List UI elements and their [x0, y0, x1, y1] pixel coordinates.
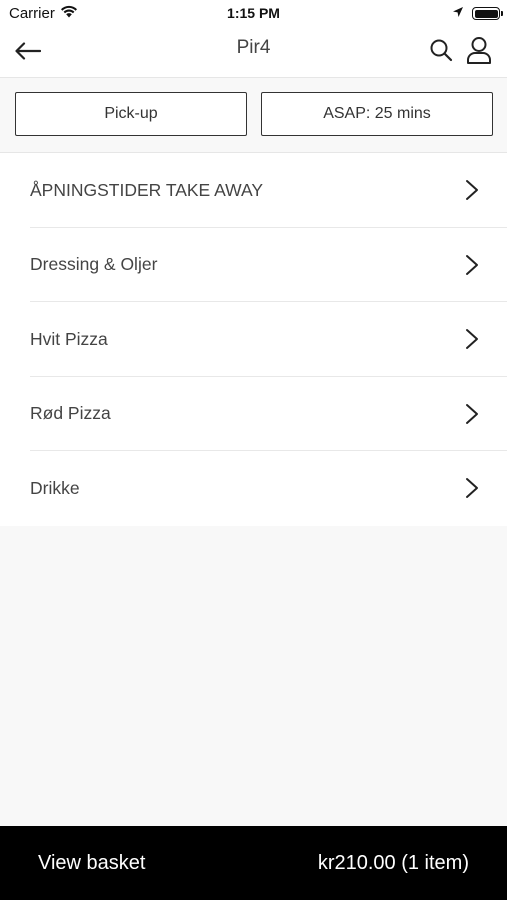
- status-right: [452, 5, 503, 22]
- basket-total: kr210.00 (1 item): [317, 851, 469, 874]
- search-icon[interactable]: [425, 34, 457, 66]
- menu-category-item[interactable]: ÅPNINGSTIDER TAKE AWAY: [0, 153, 507, 228]
- nav-bar: Pir4: [0, 28, 507, 78]
- menu-category-label: Rød Pizza: [30, 403, 111, 424]
- menu-category-label: Hvit Pizza: [30, 328, 108, 349]
- status-time: 1:15 PM: [227, 5, 280, 21]
- menu-category-item[interactable]: Rød Pizza: [0, 377, 507, 452]
- menu-category-item[interactable]: Hvit Pizza: [0, 302, 507, 377]
- chevron-right-icon: [466, 180, 478, 201]
- account-icon[interactable]: [463, 33, 495, 67]
- menu-category-label: ÅPNINGSTIDER TAKE AWAY: [30, 179, 264, 200]
- menu-category-item[interactable]: Drikke: [0, 451, 507, 526]
- pickup-button[interactable]: Pick-up: [15, 92, 247, 136]
- menu-category-list: ÅPNINGSTIDER TAKE AWAY Dressing & Oljer …: [0, 153, 507, 526]
- menu-category-label: Drikke: [30, 477, 80, 498]
- menu-category-item[interactable]: Dressing & Oljer: [0, 228, 507, 303]
- status-bar: Carrier 1:15 PM: [0, 0, 507, 28]
- chevron-right-icon: [466, 403, 478, 424]
- time-button[interactable]: ASAP: 25 mins: [261, 92, 493, 136]
- battery-icon: [472, 7, 503, 20]
- menu-category-label: Dressing & Oljer: [30, 254, 158, 275]
- chevron-right-icon: [466, 254, 478, 275]
- view-basket-bar[interactable]: View basket kr210.00 (1 item): [0, 826, 507, 900]
- chevron-right-icon: [466, 329, 478, 350]
- order-options: Pick-up ASAP: 25 mins: [0, 78, 507, 153]
- view-basket-label: View basket: [38, 851, 146, 874]
- location-arrow-icon: [452, 5, 464, 22]
- chevron-right-icon: [466, 478, 478, 499]
